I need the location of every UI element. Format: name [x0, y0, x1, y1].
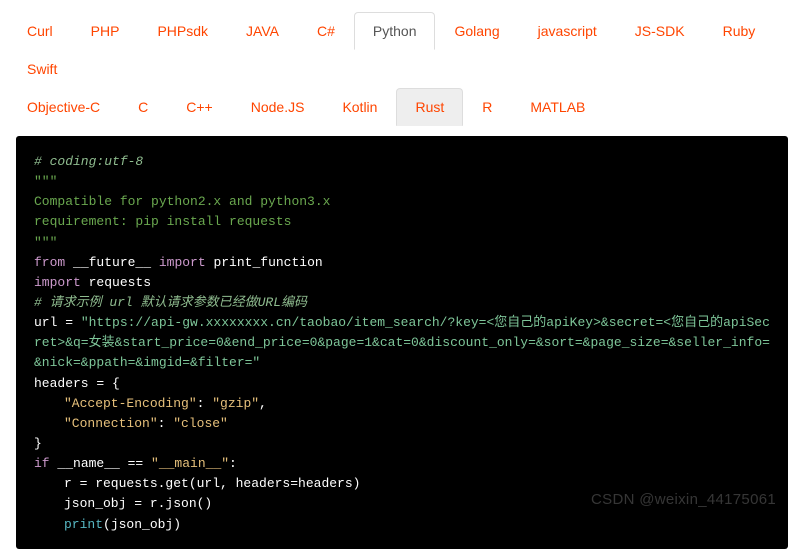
tab-c-[interactable]: C++ — [167, 88, 231, 126]
code-line: requirement: pip install requests — [34, 212, 770, 232]
code-comment: # 请求示例 url 默认请求参数已经做URL编码 — [34, 293, 770, 313]
tab-js-sdk[interactable]: JS-SDK — [616, 12, 704, 50]
tab-javascript[interactable]: javascript — [519, 12, 616, 50]
code-line: import requests — [34, 273, 770, 293]
code-line: headers = { — [34, 374, 770, 394]
code-line: # coding:utf-8 — [34, 152, 770, 172]
code-line: print(json_obj) — [34, 515, 770, 535]
code-line: """ — [34, 172, 770, 192]
tab-objective-c[interactable]: Objective-C — [8, 88, 119, 126]
tab-node-js[interactable]: Node.JS — [232, 88, 324, 126]
tab-python[interactable]: Python — [354, 12, 436, 50]
tab-kotlin[interactable]: Kotlin — [323, 88, 396, 126]
tab-php[interactable]: PHP — [72, 12, 139, 50]
tab-golang[interactable]: Golang — [435, 12, 518, 50]
code-line: r = requests.get(url, headers=headers) — [34, 474, 770, 494]
tab-curl[interactable]: Curl — [8, 12, 72, 50]
tab-r[interactable]: R — [463, 88, 511, 126]
tab-c[interactable]: C — [119, 88, 167, 126]
tabs-row-1: CurlPHPPHPsdkJAVAC#PythonGolangjavascrip… — [8, 12, 796, 88]
code-line: "Accept-Encoding": "gzip", — [34, 394, 770, 414]
code-line: url = "https://api-gw.xxxxxxxx.cn/taobao… — [34, 313, 770, 373]
code-line: "Connection": "close" — [34, 414, 770, 434]
tab-c-[interactable]: C# — [298, 12, 354, 50]
tab-rust[interactable]: Rust — [396, 88, 463, 126]
code-line: """ — [34, 233, 770, 253]
tab-ruby[interactable]: Ruby — [704, 12, 775, 50]
tab-matlab[interactable]: MATLAB — [511, 88, 604, 126]
tab-phpsdk[interactable]: PHPsdk — [138, 12, 227, 50]
tab-java[interactable]: JAVA — [227, 12, 298, 50]
code-line: } — [34, 434, 770, 454]
language-tabs: CurlPHPPHPsdkJAVAC#PythonGolangjavascrip… — [0, 0, 804, 126]
code-line: if __name__ == "__main__": — [34, 454, 770, 474]
tabs-row-2: Objective-CCC++Node.JSKotlinRustRMATLAB — [8, 88, 796, 126]
code-line: Compatible for python2.x and python3.x — [34, 192, 770, 212]
code-sample: # coding:utf-8 """ Compatible for python… — [16, 136, 788, 549]
code-line: from __future__ import print_function — [34, 253, 770, 273]
tab-swift[interactable]: Swift — [8, 50, 76, 88]
